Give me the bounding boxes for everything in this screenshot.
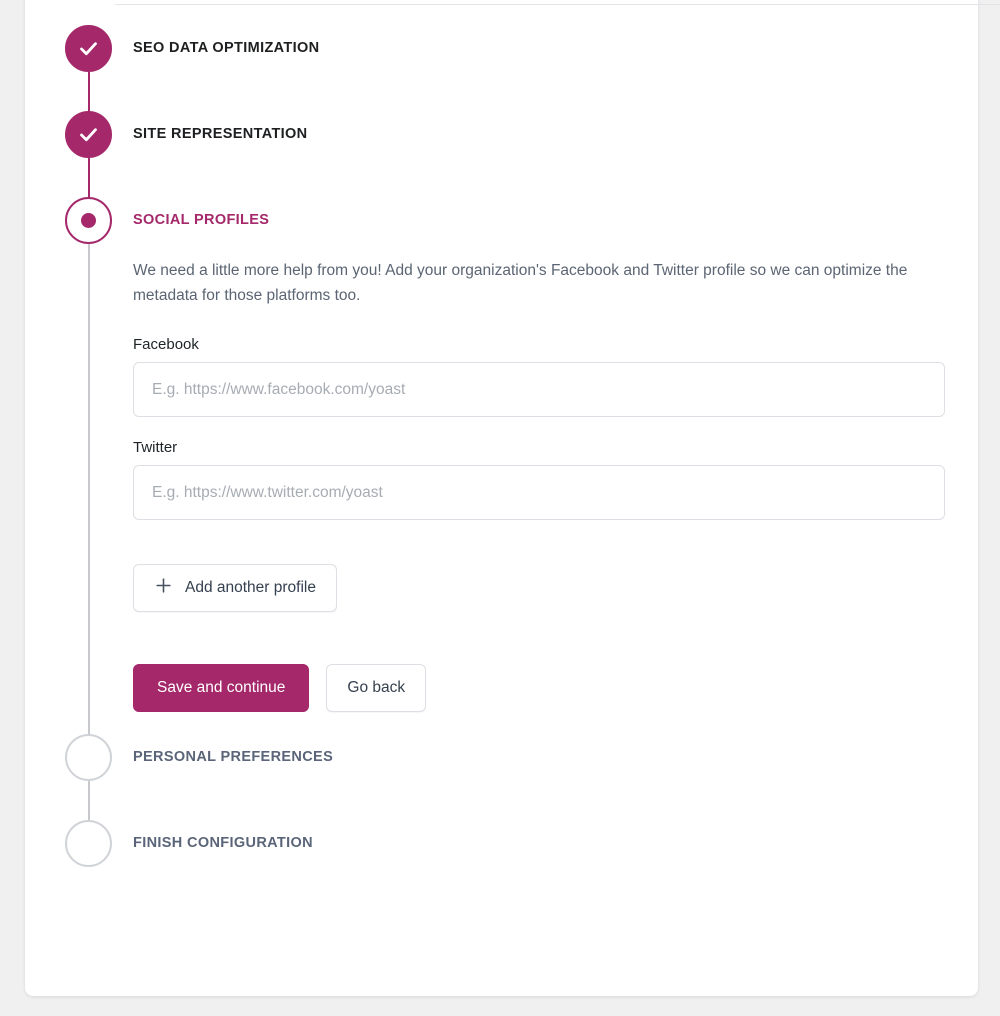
facebook-field-group: Facebook xyxy=(133,336,965,417)
active-step-dot xyxy=(81,213,96,228)
step-finish-configuration[interactable]: Finish configuration xyxy=(65,820,965,867)
facebook-label: Facebook xyxy=(133,336,199,353)
step-label-personal-preferences: Personal preferences xyxy=(133,749,334,765)
section-divider xyxy=(115,4,1000,5)
social-profiles-panel: We need a little more help from you! Add… xyxy=(65,244,965,734)
go-back-button[interactable]: Go back xyxy=(326,664,427,712)
step-personal-preferences[interactable]: Personal preferences xyxy=(65,734,965,820)
step-label-social-profiles: Social profiles xyxy=(133,212,270,228)
social-profiles-description: We need a little more help from you! Add… xyxy=(133,262,908,304)
twitter-input[interactable] xyxy=(133,465,945,520)
configuration-wizard-page: SEO data optimization Site representatio… xyxy=(0,0,1000,1016)
twitter-field-group: Twitter xyxy=(133,439,965,520)
form-actions: Save and continue Go back xyxy=(133,664,965,712)
dot-icon xyxy=(65,197,112,244)
step-connector xyxy=(88,72,90,111)
wizard-card: SEO data optimization Site representatio… xyxy=(25,0,1000,996)
plus-icon xyxy=(154,576,173,600)
step-connector xyxy=(88,158,90,197)
step-seo-data-optimization[interactable]: SEO data optimization xyxy=(65,25,965,111)
save-and-continue-button[interactable]: Save and continue xyxy=(133,664,310,712)
step-site-representation[interactable]: Site representation xyxy=(65,111,965,197)
add-another-profile-label: Add another profile xyxy=(185,579,316,596)
add-another-profile-button[interactable]: Add another profile xyxy=(133,564,337,612)
step-label-site-representation: Site representation xyxy=(133,126,308,142)
step-label-finish-configuration: Finish configuration xyxy=(133,835,313,851)
empty-circle-icon xyxy=(65,734,112,781)
facebook-input[interactable] xyxy=(133,362,945,417)
check-icon xyxy=(65,25,112,72)
empty-circle-icon xyxy=(65,820,112,867)
twitter-label: Twitter xyxy=(133,439,178,456)
check-icon xyxy=(65,111,112,158)
step-label-seo-data-optimization: SEO data optimization xyxy=(133,40,320,56)
configuration-stepper: SEO data optimization Site representatio… xyxy=(65,25,965,867)
step-social-profiles[interactable]: Social profiles xyxy=(65,197,965,764)
step-connector xyxy=(88,244,90,764)
step-connector xyxy=(88,781,90,820)
